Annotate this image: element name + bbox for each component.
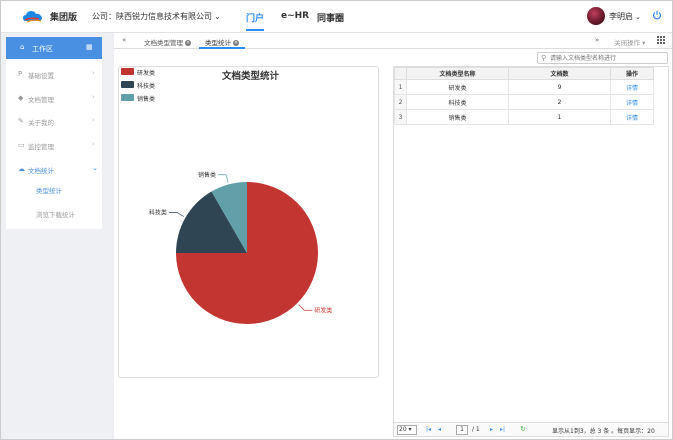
table-row[interactable]: 2 科技类 2 详情	[394, 94, 654, 110]
search-icon: ⚲	[541, 54, 547, 62]
close-icon[interactable]: ×	[185, 40, 191, 46]
tabs-bar	[114, 33, 672, 49]
sidebar-item-label: 基础设置	[28, 72, 54, 80]
total-pages: / 1	[472, 426, 480, 433]
sidebar-item-workspace[interactable]: ⌂ 工作区 ▦	[6, 37, 102, 59]
company-label: 公司：陕西锐力信息技术有限公司	[92, 12, 212, 21]
chevron-down-icon: ▾	[642, 39, 646, 47]
sidebar-item-doc-management[interactable]: ◆ 文档管理 ›	[6, 87, 102, 109]
close-ops-label: 关闭操作	[614, 39, 640, 47]
type-name-cell: 销售类	[406, 109, 509, 125]
tab-doc-type-management[interactable]: 文档类型管理 ×	[138, 33, 197, 49]
cloud-icon: ☁	[18, 165, 25, 173]
settings-icon: P	[18, 70, 23, 78]
next-page-icon[interactable]: ▸	[490, 426, 493, 433]
cloud-logo-icon[interactable]	[22, 7, 44, 25]
chevron-down-icon: ⌄	[635, 13, 641, 21]
pie-data-label: 研发类	[314, 306, 332, 314]
first-page-icon[interactable]: |◂	[426, 426, 431, 433]
pie-data-label: 销售类	[198, 171, 216, 179]
details-link[interactable]: 详情	[610, 109, 654, 125]
row-index: 2	[394, 94, 407, 110]
pie-label-line	[298, 304, 313, 311]
type-name-cell: 科技类	[406, 94, 509, 110]
column-header-type-name[interactable]: 文档类型名称	[406, 67, 509, 80]
search-box[interactable]: ⚲	[537, 52, 668, 64]
tab-label: 类型统计	[205, 39, 231, 47]
table-row[interactable]: 3 销售类 1 详情	[394, 109, 654, 125]
monitor-icon: ▭	[18, 141, 25, 149]
column-header-action: 操作	[610, 67, 654, 80]
search-input[interactable]	[550, 54, 665, 63]
close-operations-dropdown[interactable]: 关闭操作 ▾	[614, 37, 645, 47]
power-icon[interactable]	[652, 10, 662, 20]
type-name-cell: 研发类	[406, 79, 509, 95]
chevron-right-icon: ›	[92, 93, 95, 101]
nav-colleague-circle[interactable]: 同事圈	[317, 11, 344, 24]
tabs-scroll-left-icon[interactable]: «	[122, 36, 126, 44]
chevron-right-icon: ›	[92, 116, 95, 124]
tag-icon: ✎	[18, 117, 24, 125]
doc-count-cell: 9	[508, 79, 611, 95]
close-icon[interactable]: ×	[233, 40, 239, 46]
company-selector[interactable]: 公司：陕西锐力信息技术有限公司 ⌄	[92, 11, 221, 22]
nav-portal[interactable]: 门户	[246, 11, 265, 31]
doc-type-table: 文档类型名称 文档数 操作 1 研发类 9 详情 2 科技类 2 详情 3 销售…	[394, 67, 654, 125]
details-link[interactable]: 详情	[610, 79, 654, 95]
pie-chart: 研发类 科技类 销售类	[149, 171, 332, 324]
refresh-icon[interactable]: ↻	[520, 425, 526, 433]
pagination-info: 显示从1到3，总 3 条 。每页显示：20	[552, 428, 655, 435]
nav-ehr[interactable]: e~HR	[281, 11, 309, 21]
doc-count-cell: 2	[508, 94, 611, 110]
sidebar-item-label: 关于我的	[28, 119, 54, 127]
pagination-bar: 20 ▾ |◂ ◂ 1 / 1 ▸ ▸| ↻ 显示从1到3，总 3 条 。每页显…	[394, 422, 668, 436]
doc-count-cell: 1	[508, 109, 611, 125]
sidebar-item-about-me[interactable]: ✎ 关于我的 ›	[6, 110, 102, 132]
sidebar-item-doc-statistics[interactable]: ☁ 文档统计 ⌄	[6, 158, 102, 180]
index-header	[394, 67, 407, 80]
sidebar-item-basic-settings[interactable]: P 基础设置 ›	[6, 63, 102, 85]
details-link[interactable]: 详情	[610, 94, 654, 110]
sidebar-item-label: 文档统计	[28, 167, 54, 175]
grid-menu-icon[interactable]	[656, 35, 666, 45]
pie-label-line	[218, 174, 229, 183]
page-number-input[interactable]: 1	[456, 425, 468, 435]
pie-label-line	[168, 212, 184, 217]
pie-data-label: 科技类	[149, 209, 167, 217]
last-page-icon[interactable]: ▸|	[500, 426, 505, 433]
row-index: 3	[394, 109, 407, 125]
user-name: 李明启	[609, 12, 633, 21]
sidebar-item-monitoring[interactable]: ▭ 监控管理 ›	[6, 134, 102, 156]
grid-icon[interactable]: ▦	[86, 43, 93, 51]
home-icon: ⌂	[20, 43, 25, 51]
diamond-icon: ◆	[18, 94, 24, 102]
page-size-select[interactable]: 20 ▾	[397, 425, 417, 435]
chevron-down-icon: ⌄	[214, 12, 221, 21]
prev-page-icon[interactable]: ◂	[438, 426, 441, 433]
table-header-row: 文档类型名称 文档数 操作	[394, 67, 654, 80]
tab-type-statistics[interactable]: 类型统计 ×	[199, 33, 245, 49]
table-row[interactable]: 1 研发类 9 详情	[394, 79, 654, 95]
chevron-down-icon: ⌄	[92, 164, 98, 172]
sidebar-item-label: 工作区	[32, 45, 53, 53]
chevron-right-icon: ›	[92, 69, 95, 77]
tab-label: 文档类型管理	[144, 39, 183, 47]
tabs-scroll-right-icon[interactable]: »	[595, 36, 599, 44]
sidebar-item-label: 文档管理	[28, 96, 54, 104]
column-header-doc-count[interactable]: 文档数	[508, 67, 611, 80]
app-name: 集团版	[50, 13, 78, 23]
sidebar-subitem-browse-download-statistics[interactable]: 浏览下载统计	[36, 209, 75, 219]
page-size-value: 20	[399, 426, 407, 433]
user-menu[interactable]: 李明启 ⌄	[609, 11, 641, 22]
chevron-right-icon: ›	[92, 140, 95, 148]
avatar[interactable]	[587, 7, 605, 25]
sidebar-item-label: 监控管理	[28, 143, 54, 151]
row-index: 1	[394, 79, 407, 95]
sidebar-subitem-type-statistics[interactable]: 类型统计	[36, 185, 62, 195]
